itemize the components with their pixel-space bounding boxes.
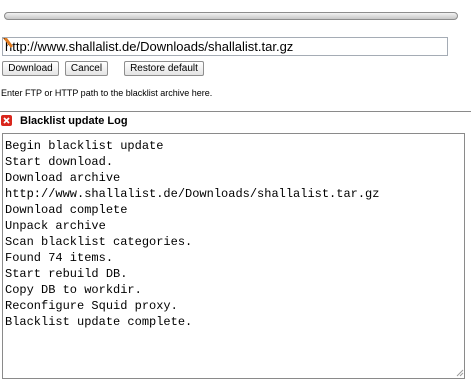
log-line: Download complete: [5, 203, 128, 217]
download-progress-bar: [4, 12, 458, 20]
log-line: Start rebuild DB.: [5, 267, 128, 281]
url-input[interactable]: [2, 37, 448, 56]
url-hint-text: Enter FTP or HTTP path to the blacklist …: [1, 88, 213, 98]
log-line: Blacklist update complete.: [5, 315, 193, 329]
log-line: Scan blacklist categories.: [5, 235, 193, 249]
log-line: Download archive: [5, 171, 121, 185]
error-x-icon: [1, 115, 12, 126]
log-textarea[interactable]: Begin blacklist update Start download. D…: [2, 133, 465, 379]
section-divider: [0, 111, 471, 112]
resize-grip-icon[interactable]: [456, 369, 464, 377]
log-line: Unpack archive: [5, 219, 106, 233]
log-line: http://www.shallalist.de/Downloads/shall…: [5, 187, 380, 201]
log-line: Reconfigure Squid proxy.: [5, 299, 178, 313]
log-line: Found 74 items.: [5, 251, 114, 265]
log-line: Copy DB to workdir.: [5, 283, 142, 297]
cancel-button[interactable]: Cancel: [65, 61, 108, 76]
restore-default-button[interactable]: Restore default: [124, 61, 204, 76]
log-title: Blacklist update Log: [20, 115, 128, 127]
log-line: Start download.: [5, 155, 114, 169]
download-button[interactable]: Download: [2, 61, 59, 76]
log-line: Begin blacklist update: [5, 139, 164, 153]
